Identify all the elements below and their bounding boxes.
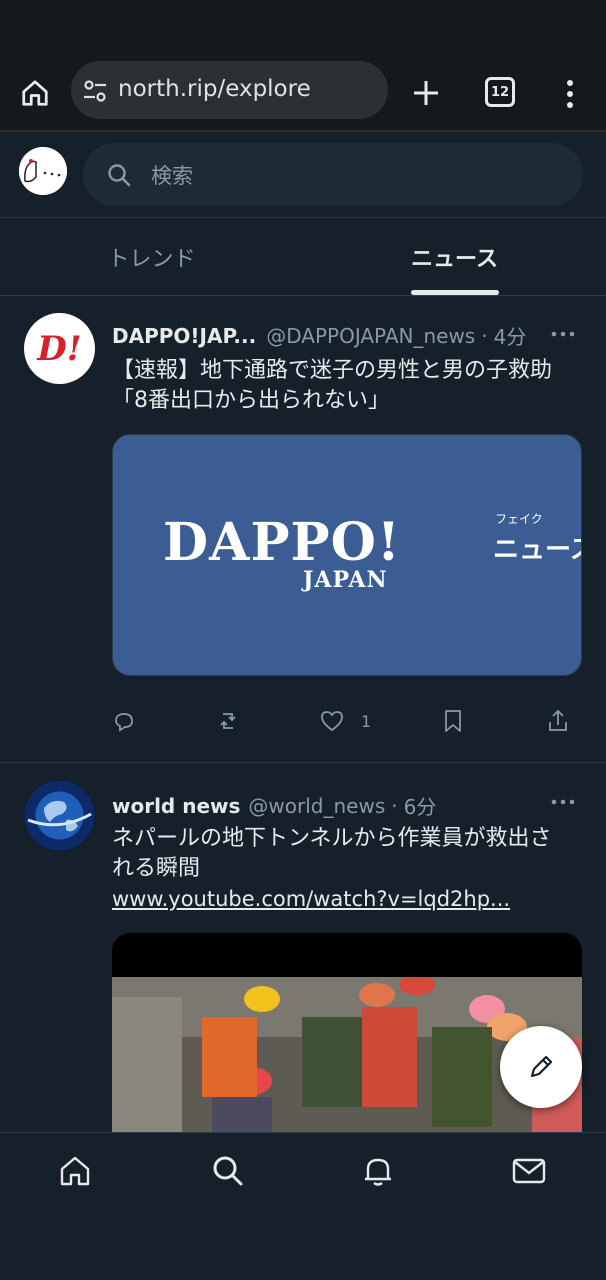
post-header: DAPPO!JAP... @DAPPOJAPAN_news · 4分 [112,321,582,350]
bottom-nav [0,1132,606,1280]
search-placeholder: 検索 [151,164,193,188]
repost-icon[interactable] [216,705,240,737]
dappo-logo: DAPPO! JAPAN フェイク ニュース [163,512,581,593]
post-text: 【速報】地下通路で迷子の男性と男の子救助 「8番出口から出られない」 [112,358,575,413]
share-icon[interactable] [546,705,570,737]
reply-icon[interactable] [112,705,136,737]
url-text[interactable]: north.rip/explore [118,76,311,102]
post-author-handle[interactable]: @world_news [248,794,385,818]
more-options-icon[interactable] [550,329,576,339]
search-icon [108,164,131,187]
browser-home-icon[interactable] [14,72,56,114]
browser-menu-icon[interactable] [555,74,585,114]
tab-trend-label: トレンド [107,247,196,272]
new-tab-icon[interactable] [405,72,447,114]
tab-trend[interactable]: トレンド [0,218,303,296]
active-tab-indicator [411,290,499,295]
tab-switcher-button[interactable]: 12 [485,77,515,107]
post-text: ネパールの地下トンネルから作業員が救出される瞬間 [112,826,552,881]
search-input[interactable]: 検索 [83,143,583,206]
separator-dot: · [391,793,398,818]
heart-icon [321,711,343,732]
post-actions: 1 [112,705,582,737]
like-button[interactable]: 1 [319,705,371,737]
explore-tabs: トレンド ニュース [0,218,606,296]
app-header: 検索 [0,134,606,218]
nav-notifications-icon[interactable] [358,1151,398,1191]
post-author-name[interactable]: world news [112,794,240,818]
post-link[interactable]: www.youtube.com/watch?v=lqd2hp... [112,887,510,911]
post-media-video[interactable] [112,933,582,1134]
separator-dot: · [481,323,488,348]
user-avatar[interactable] [19,147,67,195]
post-media-image[interactable]: DAPPO! JAPAN フェイク ニュース [112,434,582,676]
tab-news[interactable]: ニュース [303,218,606,296]
post-dappo[interactable]: D! DAPPO!JAP... @DAPPOJAPAN_news · 4分 【速… [0,297,606,763]
logo-news-text: ニュース [493,535,581,565]
compose-button[interactable] [500,1026,582,1108]
post-time: 4分 [493,325,527,349]
post-time: 6分 [403,795,437,819]
tab-count: 12 [490,84,510,100]
nav-home-icon[interactable] [55,1151,95,1191]
browser-toolbar: north.rip/explore 12 [0,52,606,132]
nav-messages-icon[interactable] [509,1151,549,1191]
nav-search-icon[interactable] [208,1151,248,1191]
more-options-icon[interactable] [550,797,576,807]
pencil-icon [530,1055,553,1078]
logo-main-text: DAPPO! [163,512,401,573]
bookmark-icon[interactable] [442,705,464,737]
logo-fake-text: フェイク [495,512,543,526]
tab-news-label: ニュース [411,247,498,272]
logo-japan-text: JAPAN [303,567,388,593]
status-bar [0,0,606,52]
dappo-avatar-logo: D! [37,328,82,369]
post-author-name[interactable]: DAPPO!JAP... [112,324,256,348]
post-avatar-world-news[interactable] [24,780,95,851]
site-settings-icon[interactable] [81,77,109,105]
like-count: 1 [361,711,372,731]
post-author-handle[interactable]: @DAPPOJAPAN_news [266,324,475,348]
post-avatar-dappo[interactable]: D! [24,313,95,384]
address-bar[interactable]: north.rip/explore [71,61,388,119]
post-header: world news @world_news · 6分 [112,791,582,820]
